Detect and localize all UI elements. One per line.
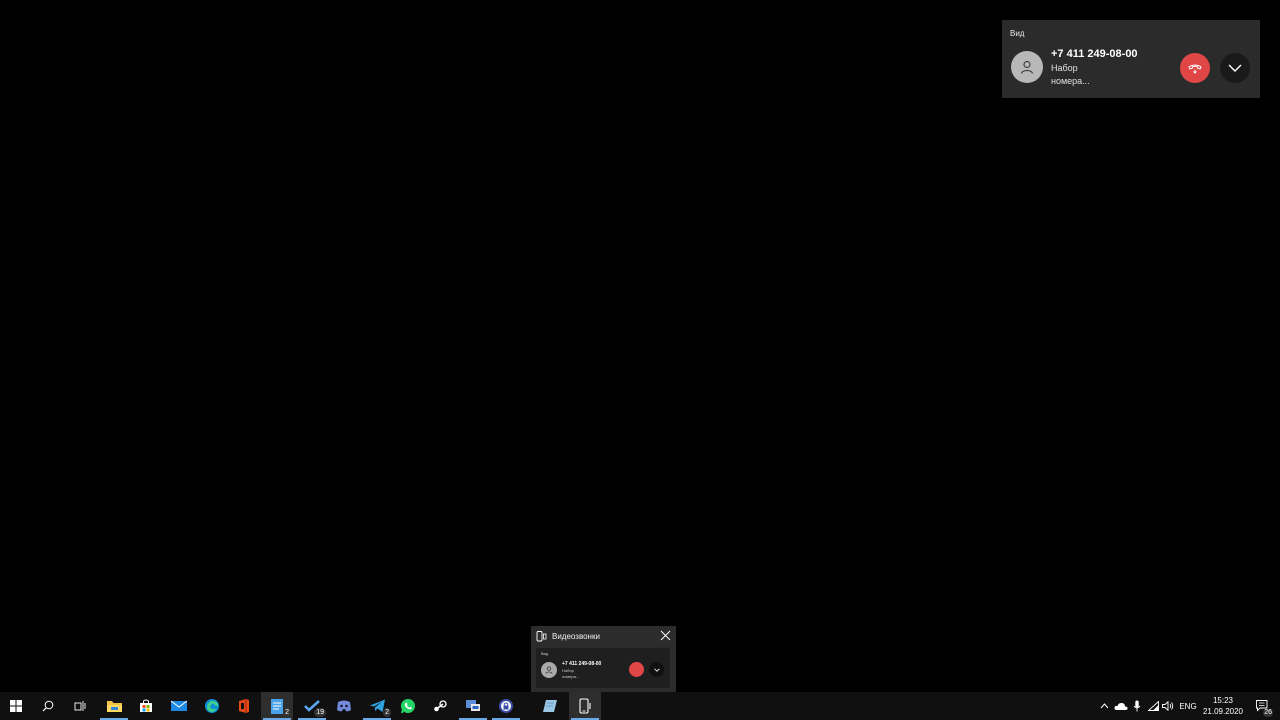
mini-number: +7 411 249-08-00 bbox=[562, 661, 602, 667]
office-button[interactable] bbox=[228, 692, 260, 720]
task-view-icon bbox=[74, 701, 85, 711]
steam-icon bbox=[434, 700, 447, 712]
your-phone-button[interactable] bbox=[569, 692, 601, 720]
taskbar-preview[interactable]: Видеозвонки Вид +7 411 249-08-00 Набор н… bbox=[531, 626, 676, 692]
store-icon bbox=[140, 699, 152, 712]
office-icon bbox=[239, 699, 249, 713]
vpn-button[interactable] bbox=[490, 692, 522, 720]
taskbar: 2 19 2 ENG 15:23 21.09.2020 26 bbox=[0, 692, 1280, 720]
language-indicator[interactable]: ENG bbox=[1177, 692, 1199, 720]
chevron-down-icon bbox=[1228, 64, 1242, 72]
mail-icon bbox=[171, 700, 187, 711]
todo-badge: 19 bbox=[314, 708, 326, 717]
notepad-icon bbox=[271, 698, 283, 714]
mail-button[interactable] bbox=[163, 692, 195, 720]
paper-button[interactable] bbox=[534, 692, 566, 720]
mini-avatar bbox=[541, 662, 557, 678]
action-center-button[interactable]: 26 bbox=[1250, 692, 1274, 720]
mini-title: Вид bbox=[541, 651, 549, 656]
expand-button[interactable] bbox=[1220, 53, 1250, 83]
edge-icon bbox=[205, 699, 219, 713]
remote-desktop-icon bbox=[466, 700, 480, 711]
notepad-button[interactable]: 2 bbox=[261, 692, 293, 720]
store-button[interactable] bbox=[130, 692, 162, 720]
wifi-icon bbox=[1147, 701, 1159, 711]
telegram-button[interactable]: 2 bbox=[361, 692, 393, 720]
call-window: Вид +7 411 249-08-00 Набор номера... bbox=[1002, 20, 1260, 98]
call-status: Набор номера... bbox=[1051, 63, 1090, 86]
chevron-up-icon bbox=[1100, 703, 1108, 709]
paper-icon bbox=[543, 700, 557, 712]
phone-icon bbox=[536, 630, 547, 641]
vpn-icon bbox=[499, 699, 513, 713]
microphone-icon bbox=[1133, 700, 1141, 712]
person-icon bbox=[545, 666, 553, 674]
mini-hang-up-icon bbox=[629, 662, 644, 677]
whatsapp-button[interactable] bbox=[392, 692, 424, 720]
network-button[interactable] bbox=[1146, 692, 1160, 720]
file-explorer-button[interactable] bbox=[98, 692, 130, 720]
caller-number: +7 411 249-08-00 bbox=[1051, 48, 1138, 60]
volume-button[interactable] bbox=[1161, 692, 1175, 720]
whatsapp-icon bbox=[401, 699, 415, 714]
todo-button[interactable]: 19 bbox=[296, 692, 328, 720]
onedrive-button[interactable] bbox=[1113, 692, 1129, 720]
speaker-icon bbox=[1162, 701, 1174, 711]
microphone-button[interactable] bbox=[1131, 692, 1143, 720]
close-icon[interactable] bbox=[660, 630, 671, 641]
preview-title: Видеозвонки bbox=[552, 631, 600, 641]
search-button[interactable] bbox=[32, 692, 64, 720]
call-window-title: Вид bbox=[1010, 29, 1025, 38]
notepad-badge: 2 bbox=[283, 708, 291, 717]
mini-status: Набор номера... bbox=[562, 668, 580, 679]
start-button[interactable] bbox=[0, 692, 32, 720]
telegram-badge: 2 bbox=[383, 708, 391, 717]
windows-icon bbox=[10, 700, 22, 712]
edge-button[interactable] bbox=[196, 692, 228, 720]
clock[interactable]: 15:23 21.09.2020 bbox=[1200, 695, 1246, 717]
contact-avatar bbox=[1011, 51, 1043, 83]
hang-up-icon bbox=[1188, 64, 1202, 74]
file-explorer-icon bbox=[106, 701, 122, 712]
hang-up-button[interactable] bbox=[1180, 53, 1210, 83]
steam-button[interactable] bbox=[424, 692, 456, 720]
person-icon bbox=[1020, 60, 1034, 74]
your-phone-icon bbox=[578, 698, 591, 714]
discord-button[interactable] bbox=[328, 692, 360, 720]
show-hidden-icons-button[interactable] bbox=[1097, 692, 1111, 720]
preview-header: Видеозвонки bbox=[531, 626, 676, 646]
remote-desktop-button[interactable] bbox=[457, 692, 489, 720]
search-icon bbox=[42, 700, 54, 712]
preview-thumbnail: Вид +7 411 249-08-00 Набор номера... bbox=[536, 648, 670, 688]
notification-count: 26 bbox=[1263, 709, 1273, 717]
mini-chevron-down-icon bbox=[649, 662, 664, 677]
cloud-icon bbox=[1114, 702, 1128, 710]
clock-time: 15:23 bbox=[1212, 696, 1234, 705]
discord-icon bbox=[337, 700, 351, 712]
task-view-button[interactable] bbox=[64, 692, 96, 720]
clock-date: 21.09.2020 bbox=[1202, 707, 1244, 716]
